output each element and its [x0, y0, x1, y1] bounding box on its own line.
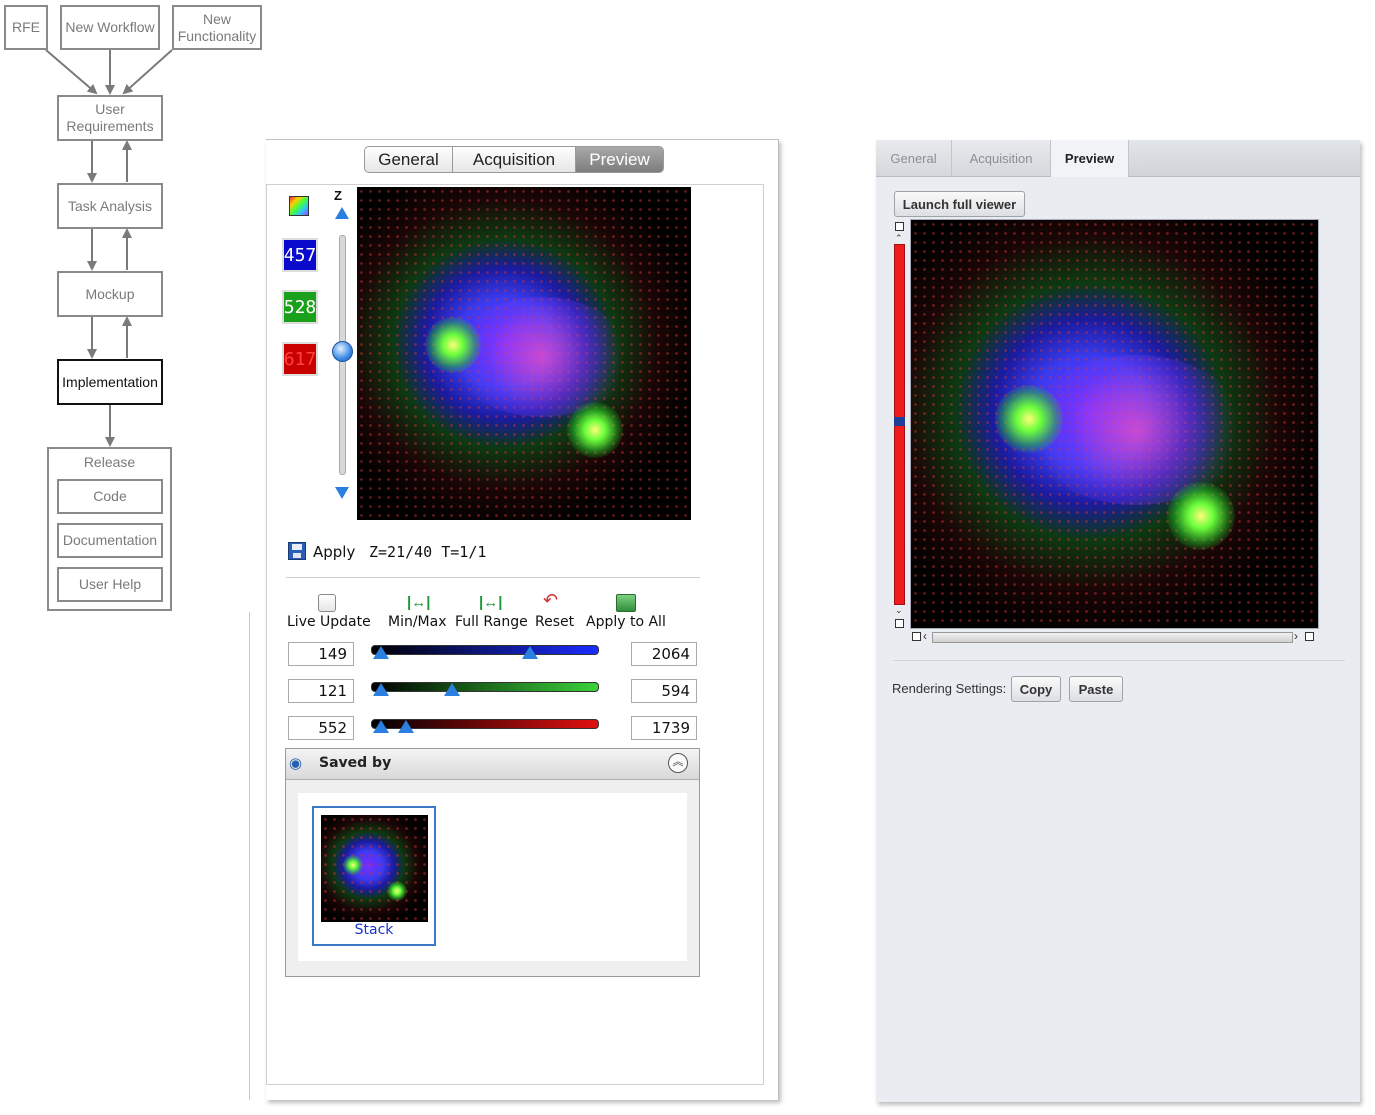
flow-node-task-analysis: Task Analysis: [57, 183, 163, 229]
scroll-right-icon[interactable]: ›: [1294, 630, 1298, 642]
green-range-slider[interactable]: [371, 682, 599, 692]
min-max-button[interactable]: Min/Max: [388, 614, 447, 630]
apply-to-all-button[interactable]: Apply to All: [586, 614, 666, 630]
blue-max-field[interactable]: 2064: [631, 642, 697, 666]
rendering-settings-label: Rendering Settings:: [892, 681, 1007, 696]
red-max-handle[interactable]: [398, 720, 414, 733]
z-down-arrow-icon[interactable]: [335, 487, 349, 499]
reset-button[interactable]: Reset: [535, 614, 574, 630]
full-range-button[interactable]: Full Range: [455, 614, 528, 630]
thumbnail-card[interactable]: Stack: [312, 806, 436, 946]
tab-preview[interactable]: Preview: [575, 146, 664, 173]
tab-general[interactable]: General: [876, 140, 952, 176]
save-icon[interactable]: [288, 542, 306, 560]
image-feature: [452, 297, 632, 417]
flow-node-rfe: RFE: [4, 5, 48, 50]
green-max-handle[interactable]: [444, 683, 460, 696]
scroll-bottom-icon[interactable]: [895, 619, 904, 628]
release-label: Release: [83, 454, 136, 470]
green-max-field[interactable]: 594: [631, 679, 697, 703]
red-min-field[interactable]: 552: [288, 716, 354, 740]
image-feature: [425, 317, 481, 373]
red-max-field[interactable]: 1739: [631, 716, 697, 740]
eye-icon: ◉: [289, 755, 303, 772]
z-label: Z: [334, 188, 342, 203]
thumbnail-image: [321, 815, 428, 922]
z-up-arrow-icon[interactable]: [335, 207, 349, 219]
scroll-down-icon[interactable]: ⌄: [895, 606, 903, 615]
flow-node-mockup: Mockup: [57, 271, 163, 317]
tab-general[interactable]: General: [364, 146, 453, 173]
tab-acquisition[interactable]: Acquisition: [952, 140, 1051, 176]
channel-button-457[interactable]: 457: [282, 238, 318, 272]
flow-node-implementation: Implementation: [57, 359, 163, 405]
image-feature: [1167, 482, 1235, 550]
flow-node-new-workflow: New Workflow: [60, 5, 160, 50]
launch-full-viewer-button[interactable]: Launch full viewer: [894, 191, 1025, 217]
collapse-icon[interactable]: ︽: [668, 753, 688, 773]
scroll-up-icon[interactable]: ⌃: [895, 234, 903, 243]
scroll-top-icon[interactable]: [895, 222, 904, 231]
flow-node-new-functionality: New Functionality: [172, 5, 262, 50]
green-min-field[interactable]: 121: [288, 679, 354, 703]
apply-button[interactable]: Apply: [313, 543, 355, 561]
preview-image[interactable]: [357, 187, 691, 520]
divider: [286, 577, 700, 578]
scroll-first-icon[interactable]: [912, 632, 921, 641]
scroll-last-icon[interactable]: [1305, 632, 1314, 641]
paste-button[interactable]: Paste: [1069, 676, 1123, 702]
reset-icon[interactable]: ↶: [543, 590, 558, 611]
scroll-left-icon[interactable]: ‹: [923, 630, 927, 642]
image-feature: [567, 402, 623, 458]
z-slider-thumb[interactable]: [332, 341, 353, 362]
blue-min-handle[interactable]: [373, 646, 389, 659]
flow-node-documentation: Documentation: [57, 523, 163, 558]
color-picker-icon[interactable]: [289, 196, 309, 216]
min-max-icon[interactable]: |↔|: [407, 594, 430, 611]
live-update-checkbox[interactable]: [318, 594, 336, 612]
blue-range-slider[interactable]: [371, 645, 599, 655]
image-feature: [387, 881, 407, 901]
saved-by-title: Saved by: [319, 755, 392, 771]
apply-to-all-icon[interactable]: [616, 594, 636, 612]
tab-preview[interactable]: Preview: [1051, 140, 1129, 177]
thumbnail-label[interactable]: Stack: [314, 922, 434, 938]
flow-node-code: Code: [57, 479, 163, 514]
full-range-icon[interactable]: |↔|: [479, 594, 502, 611]
copy-button[interactable]: Copy: [1011, 676, 1061, 702]
t-scrollbar-track[interactable]: [932, 632, 1293, 643]
image-feature: [343, 855, 363, 875]
panel-edge: [249, 612, 250, 1100]
tab-acquisition[interactable]: Acquisition: [452, 146, 576, 173]
channel-button-617[interactable]: 617: [282, 342, 318, 376]
green-min-handle[interactable]: [373, 683, 389, 696]
blue-max-handle[interactable]: [522, 646, 538, 659]
channel-button-528[interactable]: 528: [282, 290, 318, 324]
z-scrollbar-thumb[interactable]: [894, 417, 905, 426]
image-texture: [321, 815, 428, 922]
flow-node-user-help: User Help: [57, 567, 163, 602]
image-feature: [995, 385, 1063, 453]
position-readout: Z=21/40 T=1/1: [369, 543, 487, 561]
live-update-label: Live Update: [287, 614, 371, 630]
divider: [893, 660, 1345, 661]
preview-image[interactable]: [911, 220, 1318, 628]
flow-node-user-requirements: User Requirements: [57, 95, 163, 141]
red-min-handle[interactable]: [373, 720, 389, 733]
blue-min-field[interactable]: 149: [288, 642, 354, 666]
